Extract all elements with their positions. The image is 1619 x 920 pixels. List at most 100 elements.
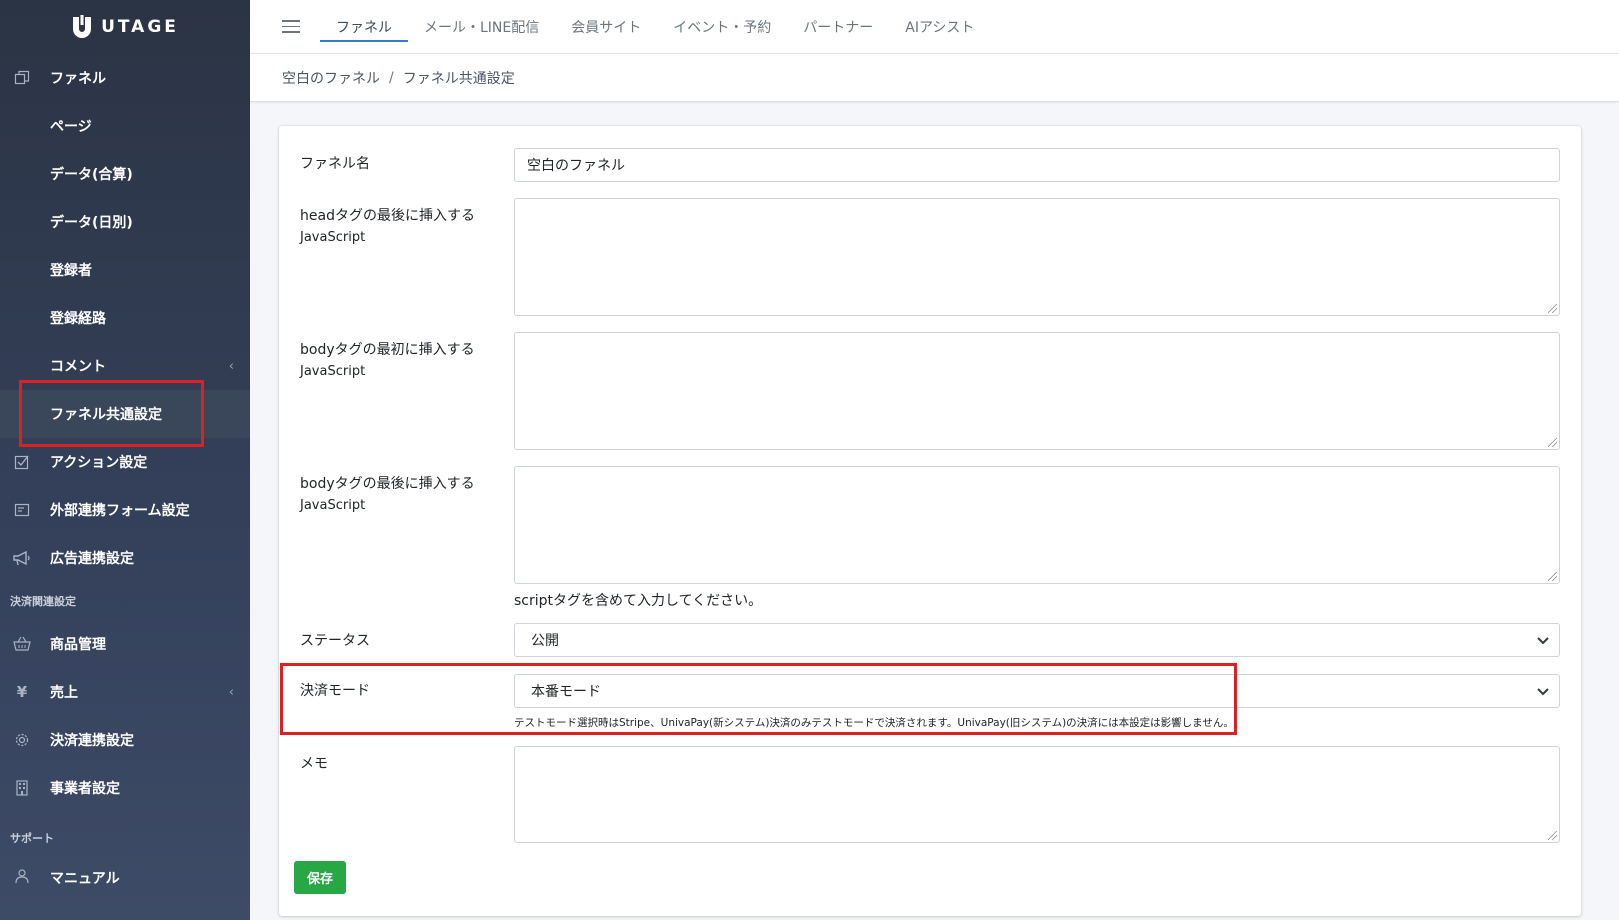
sidebar-item-label: 登録経路 xyxy=(50,311,106,327)
sidebar-item-funnel-common-settings[interactable]: ファネル共通設定 xyxy=(0,390,250,438)
sidebar-section-support: サポート xyxy=(10,832,54,845)
form-row-body-end-js: bodyタグの最後に挿入する JavaScript scriptタグを含めて入力… xyxy=(300,466,1560,611)
sidebar-item-products[interactable]: 商品管理 xyxy=(0,620,250,668)
yen-icon: ¥ xyxy=(16,683,28,701)
sidebar-item-business-settings[interactable]: 事業者設定 xyxy=(0,764,250,812)
resize-grip-icon[interactable] xyxy=(1548,304,1557,313)
tab-partner[interactable]: パートナー xyxy=(787,0,889,54)
body-end-js-textarea[interactable] xyxy=(514,466,1560,584)
sidebar: UTAGE ファネル ページ データ(合算) データ(日別) 登録者 登録経路 … xyxy=(0,0,250,920)
sidebar-item-sales[interactable]: ¥ 売上 ‹ xyxy=(0,668,250,716)
body-start-js-label-line2: JavaScript xyxy=(300,364,366,379)
sidebar-item-label: 登録者 xyxy=(50,263,92,279)
sidebar-item-data-total[interactable]: データ(合算) xyxy=(0,150,250,198)
basket-icon xyxy=(10,636,34,652)
copy-icon xyxy=(10,70,34,86)
status-select[interactable]: 公開 xyxy=(514,623,1560,657)
head-js-label-line2: JavaScript xyxy=(300,230,366,245)
resize-grip-icon[interactable] xyxy=(1548,438,1557,447)
form-row-payment-mode: 決済モード 本番モード テストモード選択時はStripe、UnivaPay(新シ… xyxy=(300,674,1560,734)
sidebar-item-label: データ(日別) xyxy=(50,215,133,231)
funnel-name-input[interactable]: 空白のファネル xyxy=(514,148,1560,182)
sidebar-item-payment-integration[interactable]: 決済連携設定 xyxy=(0,716,250,764)
tab-funnel[interactable]: ファネル xyxy=(320,0,408,54)
breadcrumb-link-funnel[interactable]: 空白のファネル xyxy=(282,68,380,88)
body-end-js-label-line1: bodyタグの最後に挿入する xyxy=(300,476,475,492)
gear-icon xyxy=(10,732,34,748)
sidebar-item-label: ファネル xyxy=(50,71,106,87)
sidebar-item-label: ファネル共通設定 xyxy=(50,407,162,423)
sidebar-item-label: アクション設定 xyxy=(50,455,148,471)
logo-text: UTAGE xyxy=(101,17,179,37)
sidebar-item-manual[interactable]: マニュアル xyxy=(0,864,250,904)
sidebar-item-label: 事業者設定 xyxy=(50,781,120,797)
breadcrumb-separator: / xyxy=(389,69,394,86)
memo-label: メモ xyxy=(300,756,328,772)
utage-logo-icon xyxy=(73,15,92,38)
chevron-down-icon xyxy=(1537,637,1549,645)
payment-mode-select-value: 本番モード xyxy=(531,684,601,700)
sidebar-item-label: 商品管理 xyxy=(50,637,106,653)
script-tag-help-text: scriptタグを含めて入力してください。 xyxy=(514,593,763,609)
sidebar-item-registration-route[interactable]: 登録経路 xyxy=(0,294,250,342)
status-label: ステータス xyxy=(300,633,370,649)
megaphone-icon xyxy=(10,550,34,566)
tab-member-site[interactable]: 会員サイト xyxy=(555,0,657,54)
hamburger-menu-icon[interactable] xyxy=(282,20,300,33)
sidebar-item-page[interactable]: ページ xyxy=(0,102,250,150)
building-icon xyxy=(10,780,34,796)
chevron-down-icon xyxy=(1537,688,1549,696)
breadcrumb-current: ファネル共通設定 xyxy=(402,70,515,87)
breadcrumb: 空白のファネル / ファネル共通設定 xyxy=(250,54,1619,102)
status-select-value: 公開 xyxy=(531,633,559,649)
tab-mail-line[interactable]: メール・LINE配信 xyxy=(408,0,555,54)
body-end-js-label: bodyタグの最後に挿入する JavaScript xyxy=(300,474,500,516)
memo-textarea[interactable] xyxy=(514,746,1560,843)
sidebar-item-comment[interactable]: コメント ‹ xyxy=(0,342,250,390)
form-row-body-start-js: bodyタグの最初に挿入する JavaScript xyxy=(300,332,1560,450)
checkbox-icon xyxy=(10,454,34,470)
sidebar-section-payment: 決済関連設定 xyxy=(10,595,76,608)
head-js-label-line1: headタグの最後に挿入する xyxy=(300,208,475,224)
resize-grip-icon[interactable] xyxy=(1548,831,1557,840)
form-row-memo: メモ xyxy=(300,746,1560,843)
sidebar-item-label: 広告連携設定 xyxy=(50,551,134,567)
user-icon xyxy=(10,868,34,884)
payment-mode-label: 決済モード xyxy=(300,683,370,699)
save-button[interactable]: 保存 xyxy=(294,861,346,894)
payment-mode-help-text: テストモード選択時はStripe、UnivaPay(新システム)決済のみテストモ… xyxy=(514,717,1234,729)
sidebar-item-label: コメント xyxy=(50,359,106,375)
sidebar-item-action-settings[interactable]: アクション設定 xyxy=(0,438,250,486)
funnel-name-label: ファネル名 xyxy=(300,156,370,172)
sidebar-item-external-form-settings[interactable]: 外部連携フォーム設定 xyxy=(0,486,250,534)
form-row-funnel-name: ファネル名 空白のファネル xyxy=(300,148,1560,182)
sidebar-item-label: 売上 xyxy=(50,685,78,701)
body-end-js-label-line2: JavaScript xyxy=(300,498,366,513)
payment-mode-select[interactable]: 本番モード xyxy=(514,674,1560,708)
head-js-textarea[interactable] xyxy=(514,198,1560,316)
sidebar-item-label: ページ xyxy=(50,119,92,135)
form-row-status: ステータス 公開 xyxy=(300,623,1560,658)
sidebar-item-funnel[interactable]: ファネル xyxy=(0,54,250,102)
body-start-js-label: bodyタグの最初に挿入する JavaScript xyxy=(300,340,500,382)
form-icon xyxy=(10,502,34,518)
settings-card: ファネル名 空白のファネル headタグの最後に挿入する JavaScript … xyxy=(279,126,1581,916)
sidebar-item-label: マニュアル xyxy=(50,871,120,887)
tab-event-booking[interactable]: イベント・予約 xyxy=(657,0,787,54)
body-start-js-label-line1: bodyタグの最初に挿入する xyxy=(300,342,475,358)
head-js-label: headタグの最後に挿入する JavaScript xyxy=(300,206,500,248)
sidebar-item-data-daily[interactable]: データ(日別) xyxy=(0,198,250,246)
sidebar-item-ad-settings[interactable]: 広告連携設定 xyxy=(0,534,250,582)
chevron-left-icon: ‹ xyxy=(228,684,234,700)
resize-grip-icon[interactable] xyxy=(1548,572,1557,581)
sidebar-item-label: 外部連携フォーム設定 xyxy=(50,503,190,519)
tab-ai-assist[interactable]: AIアシスト xyxy=(889,0,990,54)
sidebar-item-label: 決済連携設定 xyxy=(50,733,134,749)
body-start-js-textarea[interactable] xyxy=(514,332,1560,450)
chevron-left-icon: ‹ xyxy=(228,358,234,374)
top-navbar: ファネル メール・LINE配信 会員サイト イベント・予約 パートナー AIアシ… xyxy=(250,0,1619,54)
form-row-head-js: headタグの最後に挿入する JavaScript xyxy=(300,198,1560,316)
sidebar-item-registrants[interactable]: 登録者 xyxy=(0,246,250,294)
sidebar-item-label: データ(合算) xyxy=(50,167,133,183)
logo[interactable]: UTAGE xyxy=(0,0,250,54)
